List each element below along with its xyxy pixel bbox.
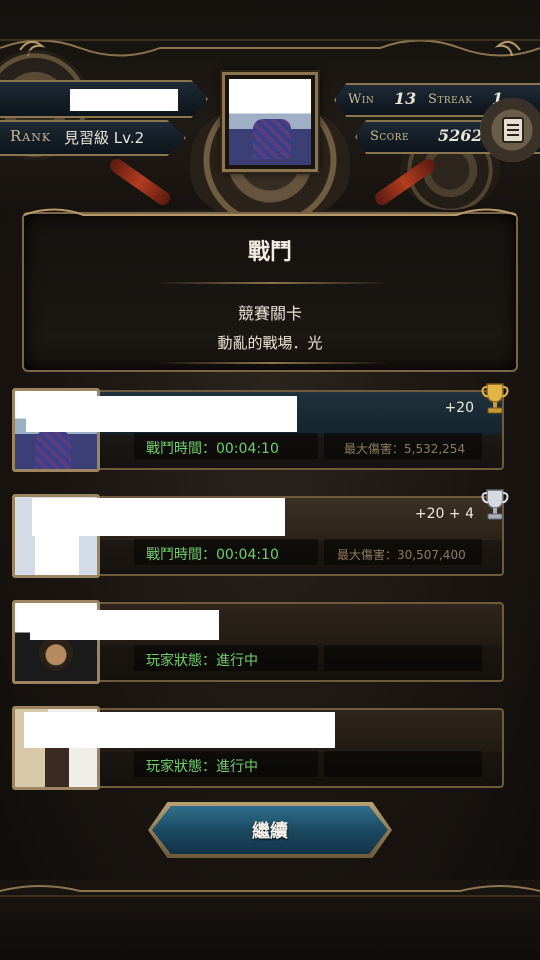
continue-button[interactable]: 繼續 bbox=[148, 802, 392, 858]
player-card-1[interactable]: +20 戰鬥時間：00:04:10 最大傷害：5,532,254 bbox=[12, 383, 509, 474]
silver-trophy-icon bbox=[481, 489, 509, 520]
max-damage: 最大傷害：30,507,400 bbox=[337, 548, 466, 562]
header-bar: Rank 見習級 Lv.2 Win 13 Streak 1 Score 5262 bbox=[0, 0, 540, 220]
rank-label: Rank bbox=[10, 127, 52, 145]
player-card-2[interactable]: +20 + 4 戰鬥時間：00:04:10 最大傷害：30,507,400 bbox=[12, 489, 509, 580]
top-ornament bbox=[0, 39, 540, 57]
avatar-photo bbox=[229, 79, 311, 165]
streak-label: Streak bbox=[428, 92, 473, 107]
battle-time: 戰鬥時間：00:04:10 bbox=[146, 441, 279, 457]
player-name-redacted bbox=[70, 89, 178, 111]
bottom-ornament bbox=[0, 885, 540, 897]
menu-list-glyph bbox=[502, 117, 524, 143]
extra-slot bbox=[324, 751, 482, 777]
player-avatar[interactable] bbox=[222, 72, 318, 172]
divider bbox=[154, 282, 390, 284]
bonus-points: +20 + 4 bbox=[414, 506, 474, 522]
rank-value: 見習級 Lv.2 bbox=[64, 129, 145, 147]
win-label: Win bbox=[348, 92, 375, 107]
player-name-redacted bbox=[24, 712, 335, 748]
menu-list-icon[interactable] bbox=[480, 98, 540, 162]
score-label: Score bbox=[370, 129, 410, 144]
continue-button-face: 繼續 bbox=[152, 806, 388, 854]
player-card-4[interactable]: 玩家狀態：進行中 bbox=[12, 706, 504, 792]
bonus-points: +20 bbox=[444, 400, 474, 416]
battle-time: 戰鬥時間：00:04:10 bbox=[146, 547, 279, 563]
gold-trophy-icon bbox=[481, 383, 509, 414]
player-status: 玩家狀態：進行中 bbox=[146, 653, 258, 669]
score-value: 5262 bbox=[438, 126, 483, 145]
battle-result-screen: Rank 見習級 Lv.2 Win 13 Streak 1 Score 5262… bbox=[0, 0, 540, 960]
divider bbox=[154, 362, 390, 364]
player-name-redacted bbox=[26, 396, 297, 432]
panel-subtitle: 競賽關卡 bbox=[237, 304, 302, 323]
continue-label: 繼續 bbox=[252, 821, 288, 842]
win-value: 13 bbox=[394, 89, 417, 108]
player-card-3[interactable]: 玩家狀態：進行中 bbox=[12, 600, 504, 686]
player-status: 玩家狀態：進行中 bbox=[146, 759, 258, 775]
panel-ornament bbox=[24, 208, 516, 216]
max-damage: 最大傷害：5,532,254 bbox=[344, 442, 466, 456]
blade-decoration bbox=[107, 156, 173, 208]
player-name-redacted bbox=[30, 610, 219, 640]
player-name-redacted bbox=[32, 498, 285, 536]
extra-slot bbox=[324, 645, 482, 671]
panel-title: 戰鬥 bbox=[247, 240, 292, 265]
stage-name: 動亂的戰場．光 bbox=[217, 334, 323, 352]
battle-info-panel: 戰鬥 競賽關卡 動亂的戰場．光 bbox=[22, 208, 518, 372]
